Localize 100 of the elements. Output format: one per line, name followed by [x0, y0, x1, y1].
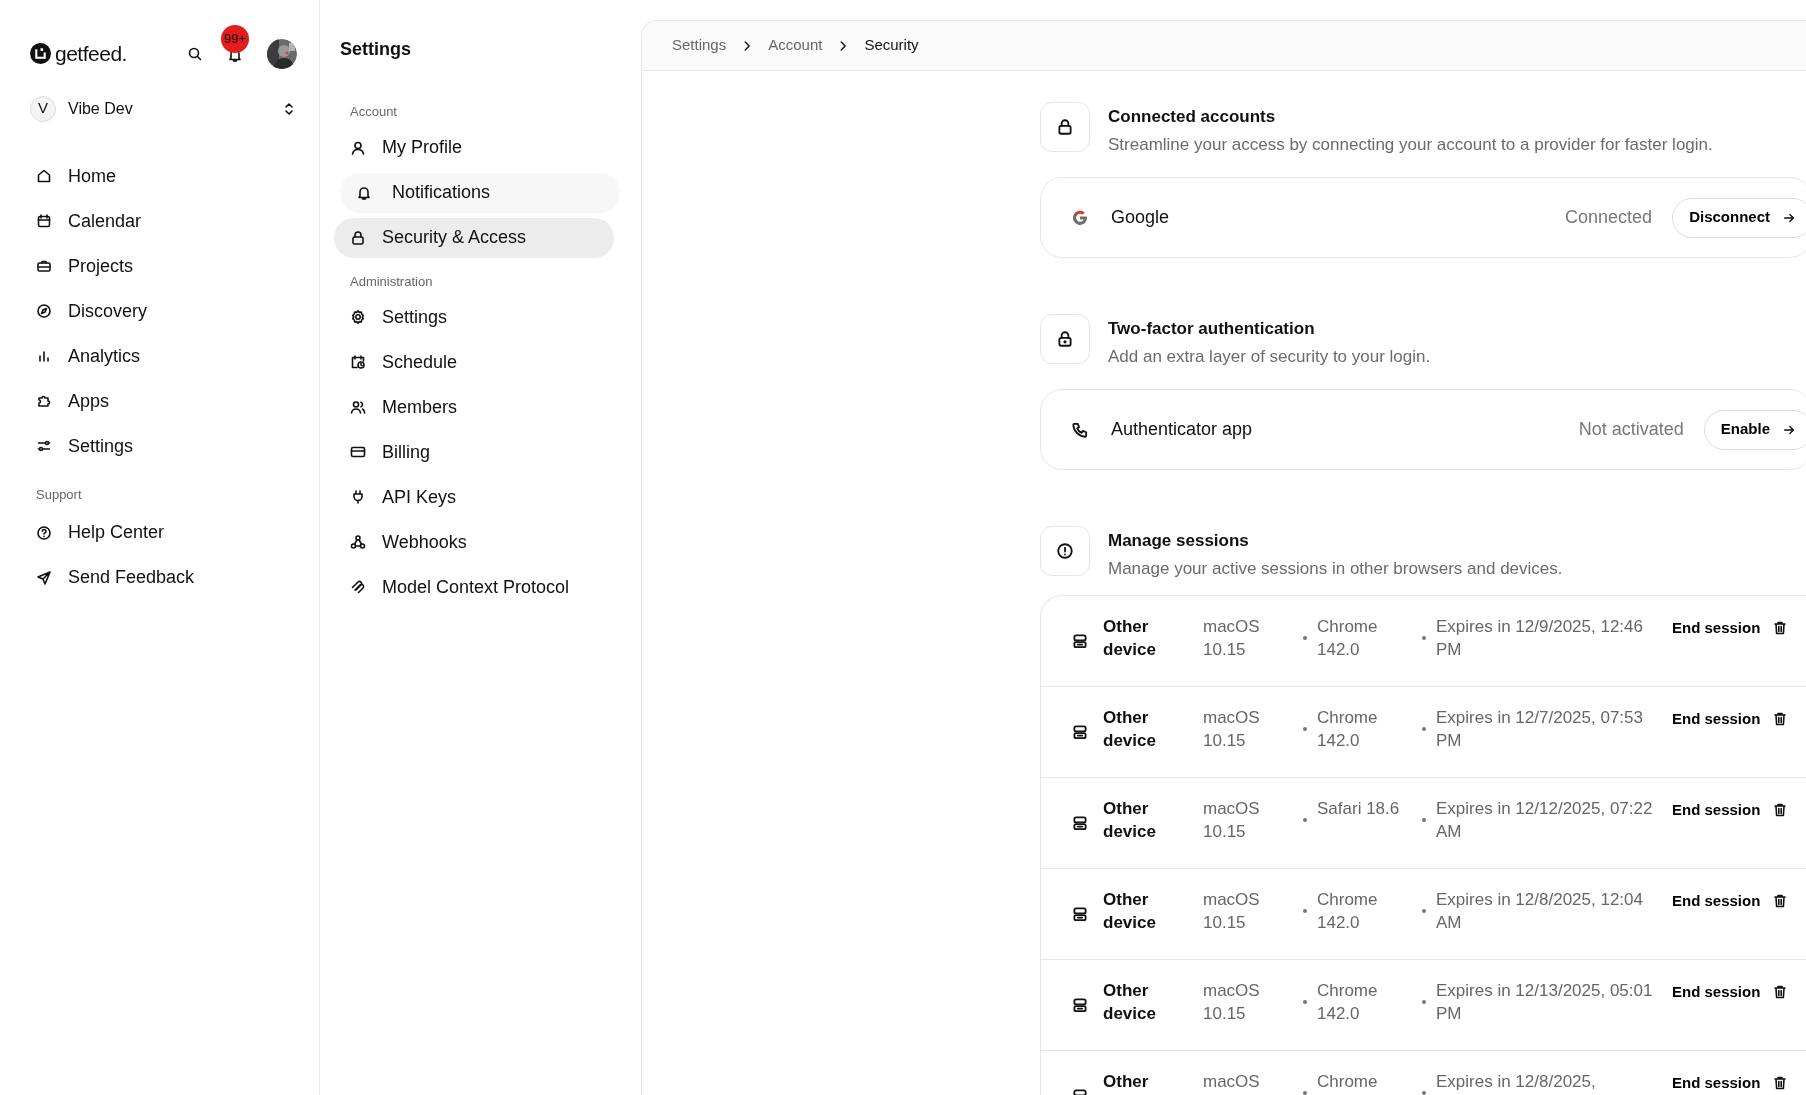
- os-version: macOS 10.15: [1203, 798, 1261, 843]
- logo-icon: [30, 43, 51, 65]
- breadcrumb-link[interactable]: Account: [768, 34, 823, 57]
- end-session-button[interactable]: End session: [1672, 709, 1761, 729]
- sidebar-item[interactable]: Home: [30, 153, 297, 199]
- session-expiry: Expires in 12/9/2025, 12:46 PM: [1436, 616, 1644, 661]
- trash-icon[interactable]: [1772, 893, 1789, 909]
- settings-title: Settings: [340, 38, 412, 61]
- settings-nav-item[interactable]: API Keys: [334, 477, 614, 517]
- separator-dot: [1303, 1000, 1307, 1004]
- trash-icon[interactable]: [1772, 802, 1789, 818]
- os-version: macOS 10.15: [1203, 889, 1261, 934]
- os-version: macOS 10.15: [1203, 980, 1261, 1025]
- users-icon: [350, 399, 366, 415]
- device-name: Other: [1103, 1071, 1150, 1093]
- breadcrumb-link[interactable]: Security: [864, 34, 919, 57]
- sidebar-item[interactable]: Calendar: [30, 198, 297, 244]
- search-icon[interactable]: [187, 45, 203, 62]
- end-session-button[interactable]: End session: [1672, 800, 1761, 820]
- settings-nav-item[interactable]: Model Context Protocol: [334, 567, 614, 607]
- device-name: Other device: [1103, 889, 1157, 934]
- gear-icon: [350, 309, 366, 325]
- settings-nav-item[interactable]: Security & Access: [334, 217, 614, 258]
- calendar-icon: [36, 213, 52, 229]
- browser-version: Safari 18.6: [1317, 798, 1401, 820]
- section-title: Two-factor authentication: [1108, 318, 1316, 340]
- session-expiry: Expires in 12/7/2025, 07:53 PM: [1436, 707, 1644, 752]
- device-name: Other device: [1103, 980, 1157, 1025]
- device-icon: [1071, 814, 1089, 832]
- user-icon: [350, 139, 366, 156]
- sidebar-item[interactable]: Apps: [30, 378, 297, 424]
- calendar-clock-icon: [350, 354, 366, 370]
- breadcrumb-link[interactable]: Settings: [672, 34, 727, 57]
- session-expiry: Expires in 12/8/2025,: [1436, 1071, 1597, 1093]
- help-icon: [36, 524, 52, 541]
- end-session-button[interactable]: End session: [1672, 891, 1761, 911]
- separator-dot: [1303, 1091, 1307, 1095]
- sidebar-item[interactable]: Analytics: [30, 333, 297, 379]
- settings-nav-item[interactable]: My Profile: [334, 127, 614, 168]
- action-button[interactable]: Enable: [1703, 409, 1806, 450]
- mcp-icon: [350, 579, 366, 595]
- section-label: Support: [36, 485, 83, 504]
- end-session-button[interactable]: End session: [1672, 1073, 1761, 1093]
- puzzle-icon: [36, 393, 52, 409]
- settings-nav-item[interactable]: Schedule: [334, 342, 614, 382]
- device-icon: [1071, 632, 1089, 650]
- separator-dot: [1422, 1091, 1426, 1095]
- section-description: Add an extra layer of security to your login.: [1108, 345, 1431, 368]
- browser-version: Chrome 142.0: [1317, 707, 1379, 752]
- device-icon: [1071, 905, 1089, 923]
- separator-dot: [1422, 909, 1426, 913]
- trash-icon[interactable]: [1772, 620, 1789, 636]
- alert-circle-icon: [1056, 542, 1074, 560]
- action-button[interactable]: Disconnect: [1672, 197, 1806, 238]
- settings-nav-item[interactable]: Settings: [334, 297, 614, 337]
- connection-status: Connected: [1565, 206, 1653, 229]
- logo-text: getfeed.: [55, 41, 127, 67]
- trash-icon[interactable]: [1772, 984, 1789, 1000]
- bell-icon: [356, 184, 372, 201]
- sliders-icon: [36, 438, 52, 454]
- notification-count: 99+: [221, 24, 249, 53]
- browser-version: Chrome 142.0: [1317, 616, 1379, 661]
- section-title: Manage sessions: [1108, 530, 1250, 552]
- credit-card-icon: [350, 444, 366, 460]
- settings-nav-item[interactable]: Billing: [334, 432, 614, 472]
- separator-dot: [1303, 818, 1307, 822]
- separator-dot: [1303, 636, 1307, 640]
- settings-nav-item[interactable]: Notifications: [340, 172, 620, 213]
- sidebar-item[interactable]: Send Feedback: [30, 555, 297, 600]
- session-expiry: Expires in 12/8/2025, 12:04 AM: [1436, 889, 1644, 934]
- sidebar-item[interactable]: Settings: [30, 423, 297, 469]
- workspace-avatar: V: [30, 95, 56, 122]
- os-version: macOS 10.15: [1203, 707, 1261, 752]
- device-name: Other device: [1103, 707, 1157, 752]
- section-description: Streamline your access by connecting your account to a provider for faster login.: [1108, 133, 1713, 156]
- connection-status: Not activated: [1578, 418, 1684, 441]
- lock-icon: [1056, 330, 1074, 348]
- send-icon: [36, 569, 52, 586]
- webhook-icon: [350, 534, 366, 550]
- separator-dot: [1422, 1000, 1426, 1004]
- device-icon: [1071, 723, 1089, 741]
- os-version: macOS 10.15: [1203, 616, 1261, 661]
- browser-version: Chrome 142.0: [1317, 980, 1379, 1025]
- phone-icon: [1071, 420, 1089, 439]
- settings-nav-item[interactable]: Webhooks: [334, 522, 614, 562]
- trash-icon[interactable]: [1772, 1075, 1789, 1091]
- section-label: Account: [350, 103, 398, 121]
- sidebar-item[interactable]: Help Center: [30, 510, 297, 555]
- compass-icon: [36, 303, 52, 319]
- device-icon: [1071, 996, 1089, 1014]
- workspace-name[interactable]: Vibe Dev: [68, 96, 133, 121]
- trash-icon[interactable]: [1772, 711, 1789, 727]
- sidebar-item[interactable]: Discovery: [30, 288, 297, 334]
- sidebar-item[interactable]: Projects: [30, 243, 297, 289]
- separator-dot: [1422, 818, 1426, 822]
- settings-nav-item[interactable]: Members: [334, 387, 614, 427]
- device-name: Other device: [1103, 798, 1157, 843]
- end-session-button[interactable]: End session: [1672, 982, 1761, 1002]
- google-logo-icon: [1071, 208, 1089, 227]
- end-session-button[interactable]: End session: [1672, 618, 1761, 638]
